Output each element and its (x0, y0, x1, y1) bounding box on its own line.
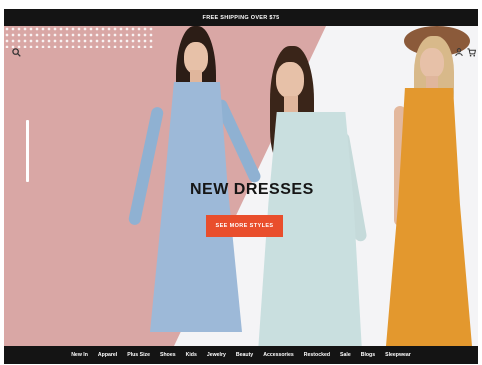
nav-item-blogs[interactable]: Blogs (361, 352, 375, 358)
nav-item-restocked[interactable]: Restocked (304, 352, 330, 358)
category-nav: New In Apparel Plus Size Shoes Kids Jewe… (4, 346, 478, 364)
hero-banner[interactable]: NEW DRESSES SEE MORE STYLES (4, 26, 478, 346)
nav-item-kids[interactable]: Kids (186, 352, 197, 358)
model-right (380, 26, 478, 346)
nav-item-sleepwear[interactable]: Sleepwear (385, 352, 411, 358)
nav-item-beauty[interactable]: Beauty (236, 352, 253, 358)
promo-text: FREE SHIPPING OVER $75 (202, 14, 280, 21)
search-icon (11, 47, 21, 57)
nav-item-accessories[interactable]: Accessories (263, 352, 294, 358)
nav-item-plus-size[interactable]: Plus Size (127, 352, 150, 358)
nav-item-jewelry[interactable]: Jewelry (207, 352, 226, 358)
nav-item-shoes[interactable]: Shoes (160, 352, 176, 358)
promo-bar: FREE SHIPPING OVER $75 (4, 9, 478, 26)
page-frame: FREE SHIPPING OVER $75 NEW DRESSES SEE M… (4, 9, 478, 364)
nav-item-new-in[interactable]: New In (71, 352, 88, 358)
nav-item-sale[interactable]: Sale (340, 352, 351, 358)
search-button[interactable] (10, 46, 22, 58)
slide-progress-bar (26, 120, 29, 182)
cart-button[interactable] (465, 46, 477, 58)
nav-item-apparel[interactable]: Apparel (98, 352, 117, 358)
account-button[interactable] (453, 46, 465, 58)
see-more-styles-button[interactable]: SEE MORE STYLES (206, 215, 283, 237)
hero-headline: NEW DRESSES (190, 181, 314, 198)
cart-icon (466, 47, 476, 57)
user-icon (455, 48, 463, 56)
